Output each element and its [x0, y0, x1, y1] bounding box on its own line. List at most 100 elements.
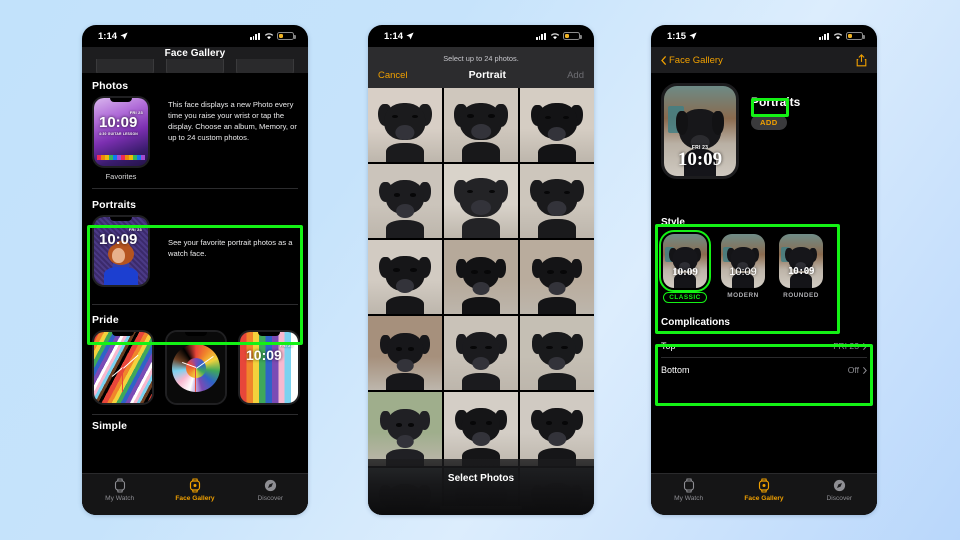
- share-icon[interactable]: [856, 53, 867, 67]
- phone-screenshot-face-gallery: 1:14 Face Gallery Photos FRI 23 10:09 4:…: [82, 25, 308, 515]
- chevron-right-icon: [863, 366, 867, 374]
- screenshot-stage: 1:14 Face Gallery Photos FRI 23 10:09 4:…: [0, 0, 960, 540]
- photo-grid-cell[interactable]: [444, 316, 518, 390]
- photo-grid-cell[interactable]: [520, 88, 594, 162]
- complication-label: Top: [661, 341, 676, 351]
- wifi-icon: [550, 33, 559, 40]
- photo-grid-cell[interactable]: [368, 392, 442, 466]
- black-labrador-snow-1: [444, 392, 518, 466]
- chevron-left-icon: [661, 55, 666, 65]
- gallery-list[interactable]: Photos FRI 23 10:09 4:30 GUITAR LESSON F…: [82, 73, 308, 489]
- style-face-time: 10:09: [672, 266, 698, 279]
- tab-discover[interactable]: Discover: [233, 478, 308, 502]
- tab-my-watch[interactable]: My Watch: [651, 478, 726, 502]
- style-face-preview[interactable]: 10:09: [779, 234, 823, 288]
- tab-discover[interactable]: Discover: [802, 478, 877, 502]
- watch-face-large-preview[interactable]: FRI 23 10:09: [661, 83, 739, 179]
- tab-bar[interactable]: My Watch Face Gallery Discover: [651, 473, 877, 515]
- photo-grid[interactable]: [368, 88, 594, 515]
- complication-row-bottom[interactable]: Bottom Off: [661, 358, 867, 381]
- black-labrador-sidewalk-2: [520, 316, 594, 390]
- face-time: 10:09: [99, 231, 138, 248]
- photo-grid-cell[interactable]: [368, 88, 442, 162]
- face-time: 10:09: [99, 114, 138, 131]
- photo-grid-cell[interactable]: [444, 164, 518, 238]
- location-arrow-icon: [120, 32, 128, 40]
- section-title-portraits: Portraits: [92, 199, 137, 211]
- section-pride: Pride FRI 23 10:09: [82, 305, 308, 405]
- picker-header: Select up to 24 photos. Cancel Portrait …: [368, 47, 594, 88]
- face-subtext: 4:30 GUITAR LESSON: [99, 132, 138, 136]
- photo-grid-cell[interactable]: [520, 316, 594, 390]
- black-labrador-closeup-3: [520, 88, 594, 162]
- back-button[interactable]: Face Gallery: [661, 55, 723, 66]
- photo-grid-cell[interactable]: [368, 164, 442, 238]
- complication-row-top[interactable]: Top FRI 23: [661, 334, 867, 358]
- watch-face-pride-analog[interactable]: [165, 330, 227, 405]
- status-bar: 1:15: [651, 25, 877, 47]
- photo-picker-screen: Select up to 24 photos. Cancel Portrait …: [368, 47, 594, 515]
- photo-grid-cell[interactable]: [368, 240, 442, 314]
- photo-grid-cell[interactable]: [444, 240, 518, 314]
- face-caption: Favorites: [105, 172, 137, 181]
- section-description-portraits: See your favorite portrait photos as a w…: [168, 238, 293, 258]
- style-label: CLASSIC: [663, 292, 707, 303]
- style-option-modern[interactable]: 10:09 MODERN: [721, 234, 765, 303]
- status-bar: 1:14: [368, 25, 594, 47]
- watch-face-portraits-preview[interactable]: FRI 23 10:09: [92, 215, 150, 287]
- style-option-classic[interactable]: 10:09 CLASSIC: [659, 230, 711, 303]
- photo-grid-cell[interactable]: [520, 164, 594, 238]
- black-labrador-sidewalk-1: [444, 316, 518, 390]
- complications-section: Complications Top FRI 23 Bottom Off: [651, 303, 877, 381]
- face-card-favorites[interactable]: FRI 23 10:09 4:30 GUITAR LESSON Favorite…: [92, 96, 150, 181]
- face-time: 10:09: [677, 149, 723, 170]
- photo-grid-cell[interactable]: [444, 88, 518, 162]
- section-photos: Photos FRI 23 10:09 4:30 GUITAR LESSON F…: [82, 73, 308, 181]
- wifi-icon: [833, 33, 842, 40]
- watch-face-photos-preview[interactable]: FRI 23 10:09 4:30 GUITAR LESSON: [92, 96, 150, 168]
- style-label: ROUNDED: [783, 292, 819, 299]
- photo-grid-cell[interactable]: [444, 392, 518, 466]
- select-photos-button[interactable]: Select Photos: [448, 473, 514, 484]
- watch-face-icon: [758, 478, 770, 493]
- watch-face-pride-threads[interactable]: [92, 330, 154, 405]
- cellular-signal-icon: [818, 32, 829, 40]
- app-screen: Face Gallery Photos FRI 23 10:09 4:30 GU…: [82, 47, 308, 515]
- style-option-rounded[interactable]: 10:09 ROUNDED: [779, 234, 823, 303]
- section-portraits[interactable]: Portraits FRI 23 10:09 See your favorite…: [82, 189, 308, 297]
- photo-grid-cell[interactable]: [520, 392, 594, 466]
- style-face-preview[interactable]: 10:09: [659, 230, 711, 292]
- page-title: Face Gallery: [164, 48, 226, 59]
- photo-grid-cell[interactable]: [368, 316, 442, 390]
- black-labrador-bench-1: [444, 240, 518, 314]
- watch-face-pride-digital[interactable]: FRI 23 10:09: [238, 330, 300, 405]
- photo-grid-cell[interactable]: [520, 240, 594, 314]
- complications-title: Complications: [661, 317, 730, 328]
- tab-label: My Watch: [105, 495, 135, 502]
- complication-value-group: FRI 23: [833, 341, 867, 351]
- section-title-simple: Simple: [92, 420, 128, 432]
- complication-label: Bottom: [661, 365, 690, 375]
- tab-label: Discover: [826, 495, 853, 502]
- tab-face-gallery[interactable]: Face Gallery: [726, 478, 801, 502]
- battery-low-icon: [277, 31, 296, 41]
- tab-bar[interactable]: My Watch Face Gallery Discover: [82, 473, 308, 515]
- watch-icon: [114, 478, 126, 493]
- cancel-button[interactable]: Cancel: [378, 70, 408, 81]
- tab-my-watch[interactable]: My Watch: [82, 478, 157, 502]
- tab-face-gallery[interactable]: Face Gallery: [157, 478, 232, 502]
- black-labrador-grass-1: [368, 392, 442, 466]
- add-face-button[interactable]: ADD: [751, 115, 787, 130]
- picker-hint: Select up to 24 photos.: [443, 54, 519, 63]
- select-photos-bar[interactable]: Select Photos: [368, 459, 594, 515]
- complication-value-group: Off: [848, 365, 867, 375]
- tab-label: Face Gallery: [744, 495, 784, 502]
- nav-bar: Face Gallery: [651, 47, 877, 73]
- black-labrador-closeup-4: [368, 164, 442, 238]
- style-face-preview[interactable]: 10:09: [721, 234, 765, 288]
- add-button[interactable]: Add: [567, 70, 584, 81]
- complication-value: Off: [847, 365, 859, 375]
- location-arrow-icon: [406, 32, 414, 40]
- battery-low-icon: [846, 31, 865, 41]
- style-label: MODERN: [727, 292, 759, 299]
